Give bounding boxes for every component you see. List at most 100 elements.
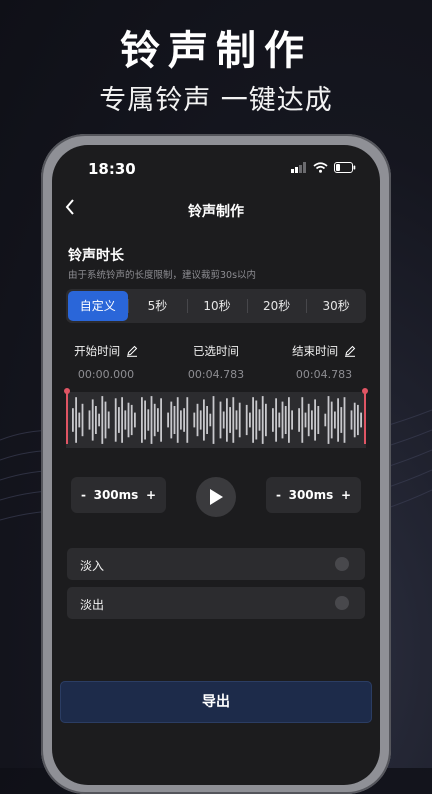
right-increase-button[interactable]: + (341, 488, 351, 502)
duration-option-10s[interactable]: 10秒 (187, 291, 247, 321)
export-button[interactable]: 导出 (60, 681, 372, 723)
waveform-bar (219, 401, 222, 439)
phone-screen: 18:30 铃声制作 铃声时长 由于系统铃声的长度限制，建议裁剪30s以内 自定… (52, 145, 380, 785)
end-time-label: 结束时间 (292, 344, 339, 358)
waveform-bar (141, 397, 143, 443)
status-time: 18:30 (88, 160, 136, 178)
fade-out-label: 淡出 (80, 598, 105, 612)
waveform-bar (324, 413, 327, 427)
selected-time-column: 已选时间 00:04.783 (166, 343, 266, 381)
signal-icon (291, 162, 306, 173)
fade-out-toggle[interactable] (335, 596, 349, 610)
waveform-bar (281, 401, 284, 439)
playback-controls: - 300ms + - 300ms + (52, 477, 380, 517)
battery-icon (334, 162, 356, 173)
waveform-bar (284, 406, 287, 434)
waveform-bar (209, 413, 212, 427)
waveform-bar (353, 402, 356, 438)
waveform-bar (199, 410, 202, 430)
waveform-bar (298, 408, 300, 432)
edit-end-time-icon[interactable] (344, 345, 356, 357)
waveform-bar (107, 411, 110, 429)
duration-option-5s[interactable]: 5秒 (127, 291, 188, 321)
promo-subtitle: 专属铃声 一键达成 (99, 85, 333, 116)
start-time-label-row: 开始时间 (56, 343, 156, 359)
waveform-bar (327, 396, 330, 444)
left-offset-value: 300ms (93, 488, 139, 502)
waveform-bar (278, 412, 281, 428)
duration-option-custom[interactable]: 自定义 (68, 291, 128, 321)
waveform-bar (98, 413, 100, 427)
end-time-label-row: 结束时间 (274, 343, 374, 359)
waveform-bars (72, 396, 362, 444)
waveform-bar (226, 398, 228, 442)
waveform-bar (252, 397, 254, 443)
waveform-bar (301, 397, 304, 443)
waveform-bar (311, 410, 313, 430)
ringtone-length-title: 铃声时长 (68, 248, 124, 264)
right-decrease-button[interactable]: - (276, 488, 281, 502)
waveform-bar (193, 412, 196, 428)
promo-title: 铃声制作 (120, 28, 312, 74)
waveform-bar (101, 396, 104, 444)
end-time-column: 结束时间 00:04.783 (274, 343, 374, 381)
waveform-bar (176, 397, 179, 443)
waveform-bar (238, 402, 241, 438)
waveform-bar (340, 407, 343, 433)
play-button[interactable] (196, 477, 236, 517)
end-time-value: 00:04.783 (295, 368, 353, 381)
status-bar: 18:30 (52, 145, 380, 191)
waveform-bar (288, 397, 290, 443)
waveform-bar (91, 399, 94, 441)
waveform-bar (183, 408, 185, 432)
waveform-bar (186, 397, 189, 443)
waveform-bar (222, 411, 225, 429)
play-icon (210, 489, 223, 505)
waveform-bar (196, 403, 199, 437)
waveform-bar (180, 410, 182, 430)
fade-in-toggle[interactable] (335, 557, 349, 571)
waveform-bar (357, 404, 359, 436)
waveform-bar (170, 401, 173, 439)
duration-segmented-control: 自定义 5秒 10秒 20秒 30秒 (66, 289, 366, 323)
right-offset-value: 300ms (288, 488, 334, 502)
waveform-bar (150, 396, 153, 444)
waveform-bar (304, 412, 307, 428)
left-increase-button[interactable]: + (146, 488, 156, 502)
edit-start-time-icon[interactable] (126, 345, 138, 357)
waveform-bar (249, 412, 251, 428)
waveform-bar (275, 398, 277, 442)
waveform-bar (337, 398, 339, 442)
waveform-bar (206, 406, 208, 434)
waveform-bar (203, 399, 205, 441)
waveform-bar (307, 403, 310, 437)
left-offset-stepper: - 300ms + (71, 477, 166, 513)
waveform-bar (88, 410, 91, 430)
waveform-bar (114, 398, 117, 442)
left-decrease-button[interactable]: - (81, 488, 86, 502)
start-trim-handle[interactable] (64, 388, 70, 444)
start-time-value: 00:00.000 (77, 368, 135, 381)
duration-option-30s[interactable]: 30秒 (306, 291, 366, 321)
waveform-bar (245, 404, 248, 436)
waveform-bar (258, 409, 261, 431)
waveform-bar (317, 406, 320, 434)
waveform-bar (144, 400, 146, 440)
waveform-bar (235, 410, 238, 430)
fade-out-row: 淡出 (67, 587, 365, 619)
right-offset-stepper: - 300ms + (266, 477, 361, 513)
end-trim-handle[interactable] (362, 388, 368, 444)
waveform-bar (147, 409, 150, 431)
wifi-icon (313, 162, 328, 173)
duration-option-20s[interactable]: 20秒 (246, 291, 307, 321)
page-title: 铃声制作 (188, 204, 244, 220)
waveform-bar (72, 408, 74, 432)
waveform-bar (118, 407, 120, 433)
waveform-bar (167, 412, 169, 428)
start-time-column: 开始时间 00:00.000 (56, 343, 156, 381)
fade-in-row: 淡入 (67, 548, 365, 580)
audio-waveform[interactable] (64, 388, 368, 448)
waveform-bar (261, 396, 264, 444)
waveform-bar (121, 397, 123, 443)
fade-in-label: 淡入 (80, 559, 105, 573)
